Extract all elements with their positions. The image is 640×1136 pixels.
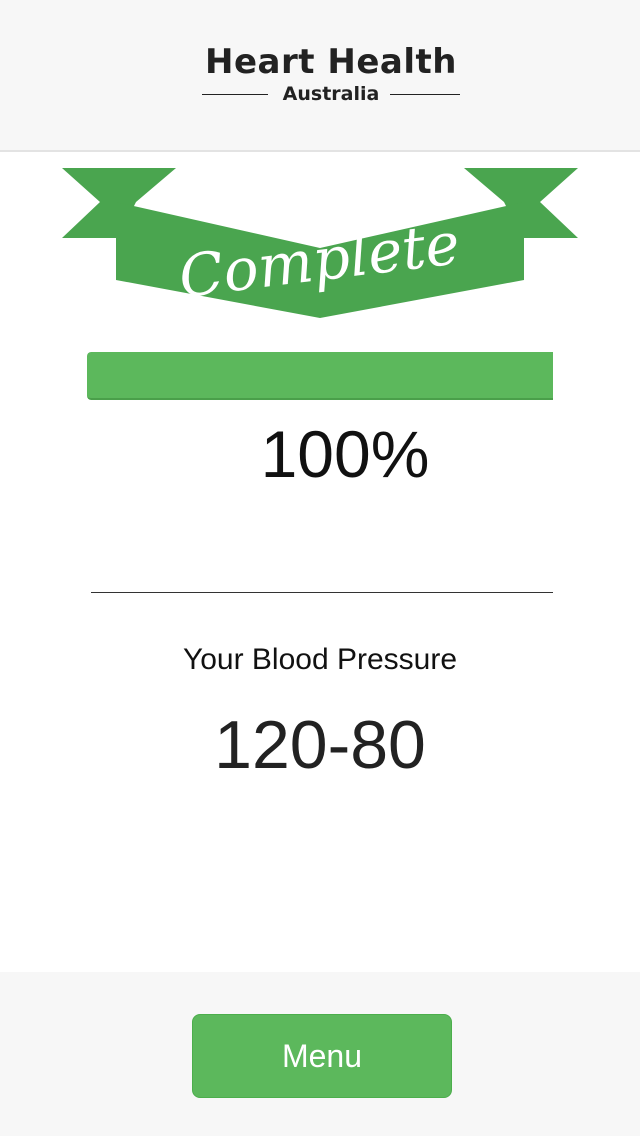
heart-health-australia-logo: Heart Health Australia — [0, 40, 640, 106]
progress-bar — [87, 352, 553, 400]
blood-pressure-label: Your Blood Pressure — [182, 643, 458, 676]
footer-bar: Menu — [0, 972, 640, 1136]
header-bar: Heart Health Australia — [0, 0, 640, 152]
app-screen: Heart Health Australia Complete 100% You… — [0, 0, 640, 1136]
logo-title: Heart Health — [205, 42, 457, 82]
menu-button[interactable]: Menu — [192, 1014, 452, 1098]
blood-pressure-value: 120-80 — [214, 707, 426, 783]
logo-rule-right — [390, 94, 460, 95]
complete-ribbon-banner: Complete — [60, 166, 580, 322]
logo-subtitle-row: Australia — [202, 82, 460, 106]
progress-percentage: 100% — [260, 417, 430, 491]
ribbon-graphic: Complete — [62, 168, 578, 318]
section-divider — [91, 592, 553, 593]
progress-bar-fill — [87, 352, 553, 400]
